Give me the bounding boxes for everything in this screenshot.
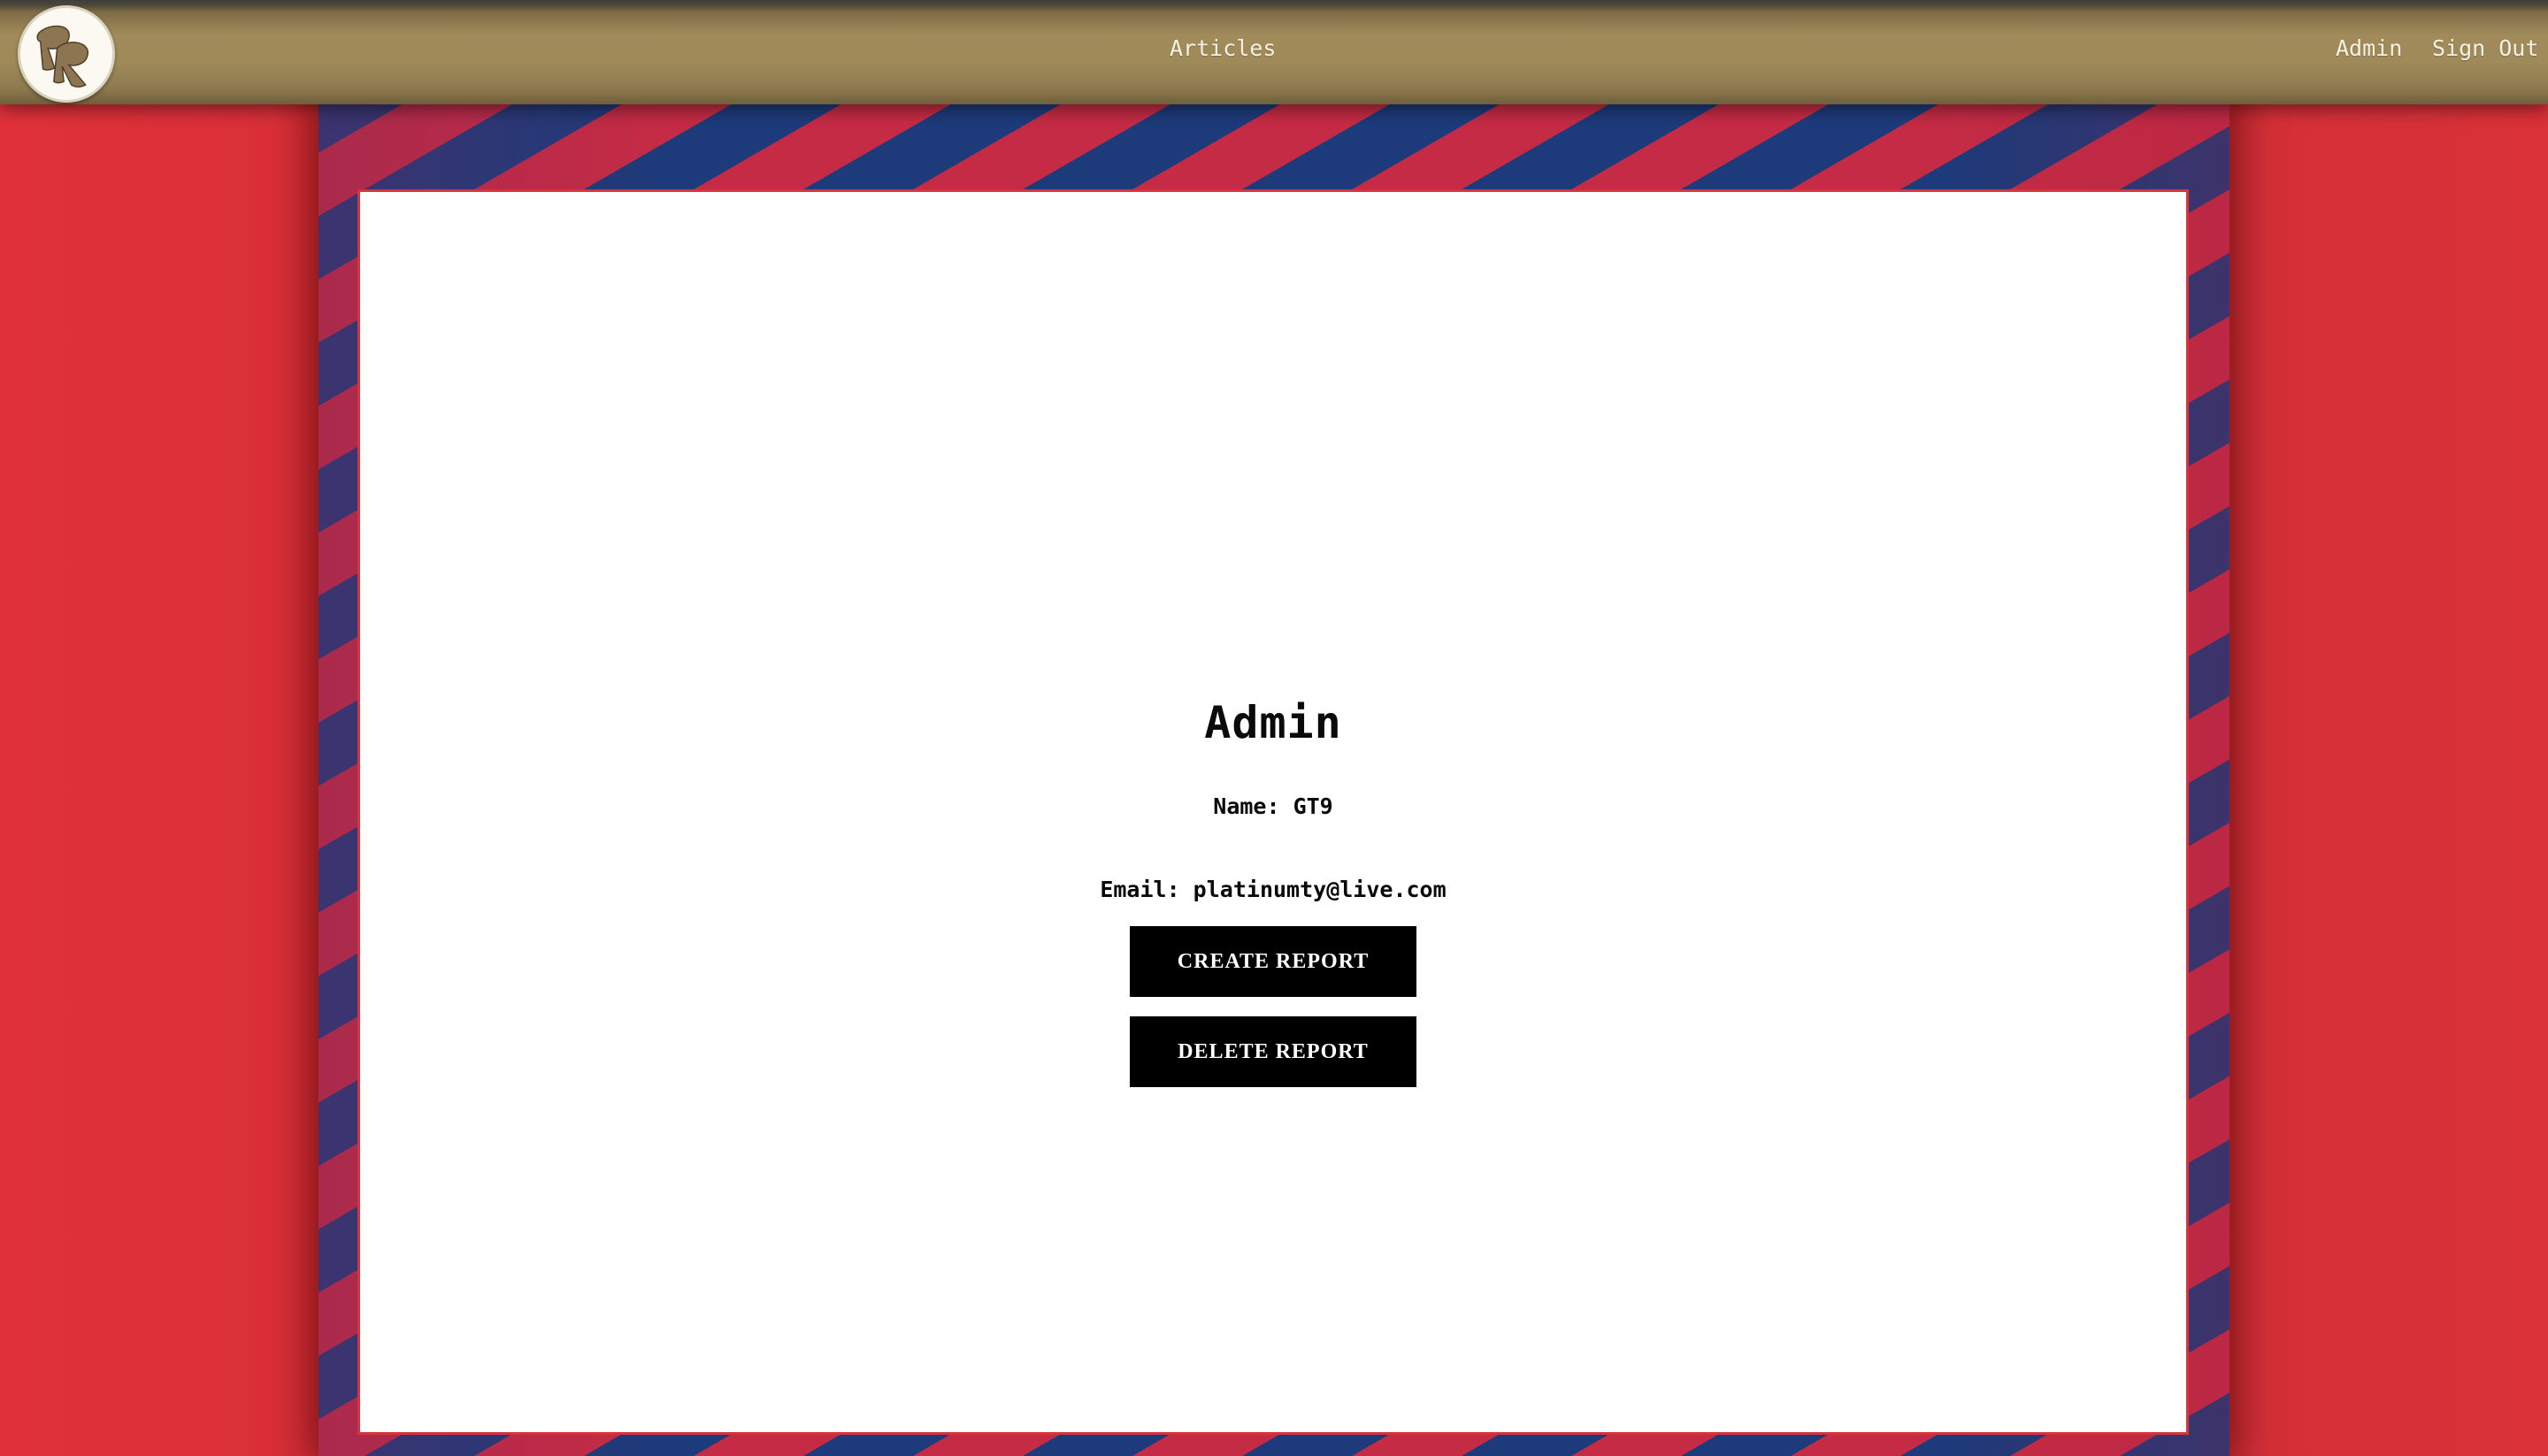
delete-report-button[interactable]: DELETE REPORT (1130, 1016, 1416, 1087)
nav-sign-out-link[interactable]: Sign Out (2432, 35, 2538, 62)
admin-card: Admin Name: GT9 Email: platinumty@live.c… (357, 189, 2189, 1435)
admin-name: Name: GT9 (1213, 793, 1333, 819)
site-logo[interactable] (18, 5, 115, 103)
airmail-frame: Admin Name: GT9 Email: platinumty@live.c… (318, 104, 2230, 1456)
admin-profile: Admin Name: GT9 Email: platinumty@live.c… (360, 696, 2186, 1087)
create-report-button[interactable]: CREATE REPORT (1130, 926, 1416, 997)
logo-monogram-icon (36, 25, 88, 88)
nav-admin-link[interactable]: Admin (2336, 35, 2402, 62)
top-nav-bar: Articles Admin Sign Out (0, 0, 2548, 104)
nav-articles-link[interactable]: Articles (1170, 35, 1276, 62)
page-title: Admin (1204, 697, 1342, 748)
admin-email: Email: platinumty@live.com (1100, 877, 1447, 902)
